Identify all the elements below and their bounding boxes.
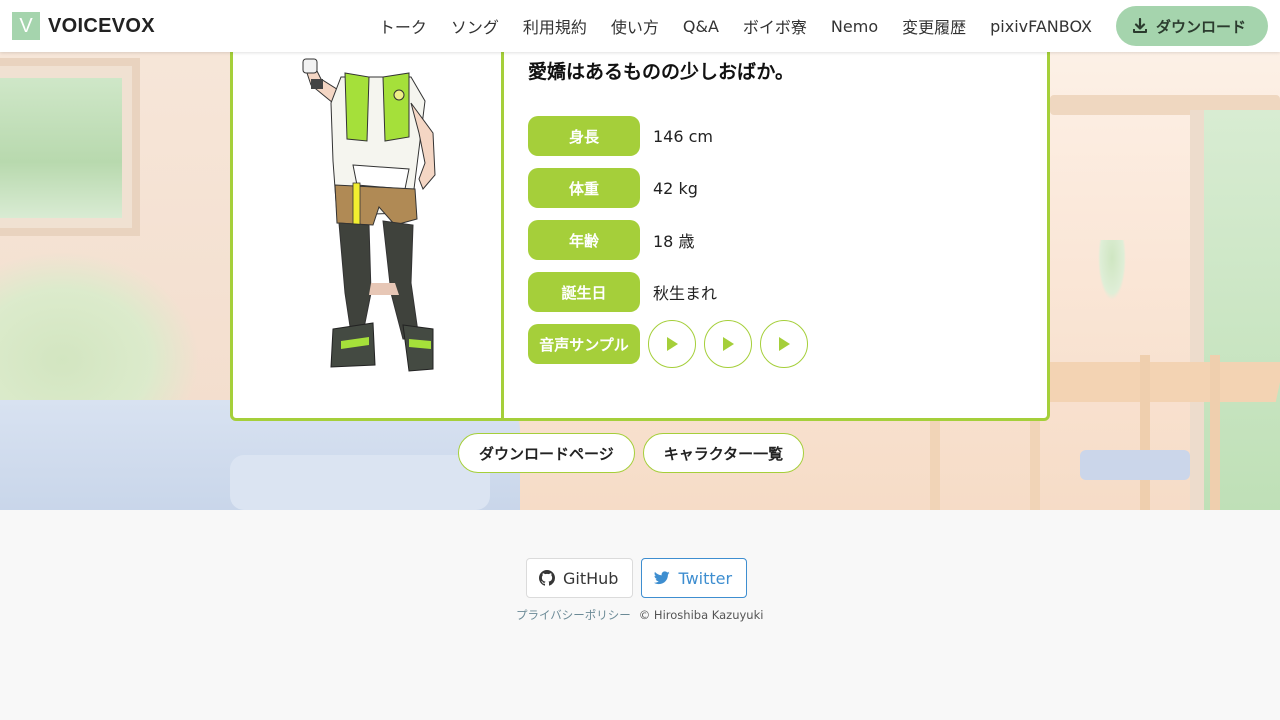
sofa-cushion (230, 455, 490, 510)
download-button[interactable]: ダウンロード (1115, 6, 1268, 46)
character-list-button[interactable]: キャラクター一覧 (642, 433, 805, 473)
twitter-icon (654, 571, 671, 585)
copyright: © Hiroshiba Kazuyuki (638, 608, 764, 622)
nav-link-song[interactable]: ソング (451, 14, 499, 38)
card-actions: ダウンロードページ キャラクター一覧 (458, 433, 805, 473)
github-label: GitHub (563, 568, 619, 588)
profile-label: 体重 (528, 168, 640, 208)
voice-sample-play-button[interactable] (760, 320, 808, 368)
profile-value: 秋生まれ (653, 284, 718, 303)
play-icon (667, 337, 678, 351)
footer-social-links: GitHub Twitter (526, 558, 748, 598)
character-illustration (302, 58, 436, 372)
profile-row-weight: 体重 42 kg (528, 168, 808, 208)
nav-link-fanbox[interactable]: pixivFANBOX (990, 17, 1092, 36)
brand-link[interactable]: V VOICEVOX (12, 12, 155, 40)
voice-sample-play-button[interactable] (648, 320, 696, 368)
privacy-policy-link[interactable]: プライバシーポリシー (516, 608, 631, 622)
footer-text: プライバシーポリシー © Hiroshiba Kazuyuki (516, 607, 763, 623)
twitter-button[interactable]: Twitter (641, 558, 748, 598)
download-page-button[interactable]: ダウンロードページ (458, 433, 635, 473)
twitter-label: Twitter (678, 568, 733, 588)
profile-value: 18 歳 (653, 232, 695, 251)
character-illustration-panel (233, 0, 504, 418)
nav-link-qa[interactable]: Q&A (683, 17, 719, 36)
profile-value: 42 kg (653, 178, 698, 198)
small-plant (1098, 240, 1126, 300)
github-button[interactable]: GitHub (526, 558, 634, 598)
download-icon (1132, 18, 1147, 33)
chair (1140, 355, 1220, 510)
nav-link-nemo[interactable]: Nemo (831, 17, 878, 36)
nav-link-changelog[interactable]: 変更履歴 (902, 14, 966, 38)
play-icon (723, 337, 734, 351)
picture-frame (0, 58, 140, 236)
chair-cushion (1080, 450, 1190, 480)
character-card: ようすくて人懐っこい青年。 愛嬌はあるものの少しおばか。 身長 146 cm 体… (230, 0, 1050, 421)
nav-link-talk[interactable]: トーク (379, 14, 427, 38)
brand-name: VOICEVOX (48, 14, 155, 37)
download-button-label: ダウンロード (1155, 17, 1246, 36)
chair (930, 420, 1040, 510)
profile-label: 身長 (528, 116, 640, 156)
profile-value: 146 cm (653, 126, 714, 146)
play-icon (779, 337, 790, 351)
nav-link-terms[interactable]: 利用規約 (523, 14, 587, 38)
nav-link-dorm[interactable]: ボイボ寮 (743, 14, 807, 38)
profile-row-voice-samples: 音声サンプル (528, 320, 808, 368)
github-icon (539, 570, 555, 586)
profile-label: 年齢 (528, 220, 640, 260)
voice-sample-label: 音声サンプル (528, 324, 640, 364)
profile-table: 身長 146 cm 体重 42 kg 年齢 18 歳 誕生日 秋生まれ 音声サン… (528, 116, 808, 376)
profile-row-height: 身長 146 cm (528, 116, 808, 156)
character-profile: ようすくて人懐っこい青年。 愛嬌はあるものの少しおばか。 身長 146 cm 体… (528, 0, 1028, 418)
nav-link-how-to-use[interactable]: 使い方 (611, 14, 659, 38)
voicevox-logo-icon: V (12, 12, 40, 40)
description-line: 愛嬌はあるものの少しおばか。 (528, 61, 795, 83)
nav-links: トーク ソング 利用規約 使い方 Q&A ボイボ寮 Nemo 変更履歴 pixi… (379, 14, 1092, 38)
profile-row-age: 年齢 18 歳 (528, 220, 808, 260)
profile-label: 誕生日 (528, 272, 640, 312)
top-navbar: V VOICEVOX トーク ソング 利用規約 使い方 Q&A ボイボ寮 Nem… (0, 0, 1280, 52)
voice-sample-play-button[interactable] (704, 320, 752, 368)
profile-row-birthday: 誕生日 秋生まれ (528, 272, 808, 312)
